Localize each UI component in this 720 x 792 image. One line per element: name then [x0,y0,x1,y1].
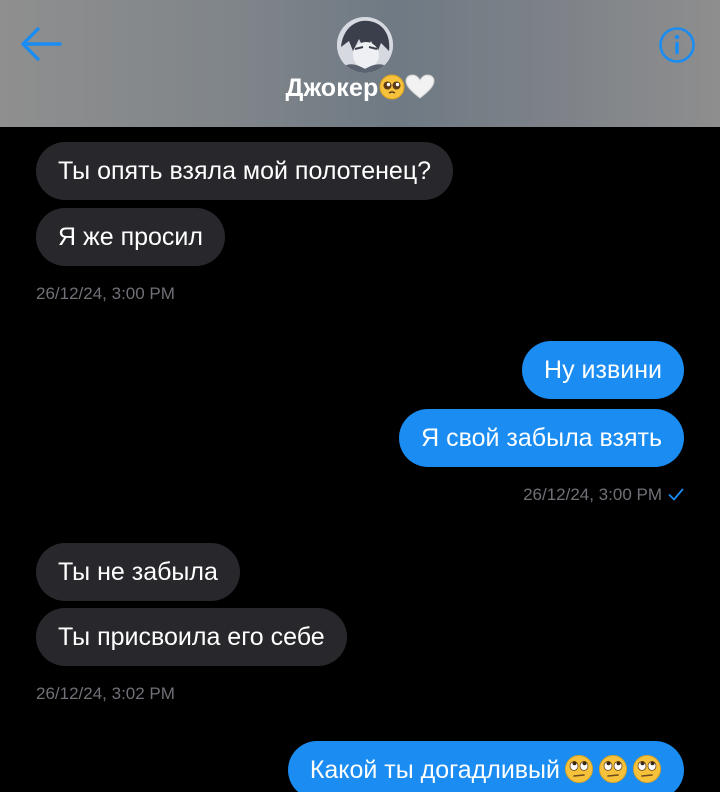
incoming-message[interactable]: Ты опять взяла мой полотенец? [36,142,454,200]
outgoing-message[interactable]: Какой ты догадливый [287,741,684,792]
outgoing-message[interactable]: Ну извини [522,341,684,399]
message-text: Какой ты догадливый [309,756,560,784]
chat-header: Джокер [0,0,720,127]
pleading-face-emoji [379,74,405,107]
back-button[interactable] [18,24,64,64]
eye-roll-emoji [632,747,662,792]
message-timestamp: 26/12/24, 3:00 PM [523,485,662,504]
arrow-left-icon [21,27,62,61]
incoming-message[interactable]: Ты не забыла [36,543,240,601]
message-timestamp-row: 26/12/24, 3:00 PM [523,485,684,506]
incoming-message[interactable]: Ты присвоила его себе [36,608,347,666]
chat-screen: Джокер Ты опять взяла мой полотенец? Я ж… [0,0,720,792]
info-button[interactable] [658,26,696,64]
incoming-message[interactable]: Я же просил [36,208,225,266]
message-timestamp: 26/12/24, 3:02 PM [36,684,175,703]
eye-roll-emoji [564,747,594,792]
avatar-image [337,17,393,73]
info-circle-icon [659,27,695,63]
contact-name: Джокер [285,74,379,102]
contact-name-row[interactable]: Джокер [0,74,720,107]
outgoing-message[interactable]: Я свой забыла взять [399,409,684,467]
sent-check-icon [668,486,684,506]
contact-avatar[interactable] [337,17,393,73]
white-heart-emoji [405,74,435,107]
message-timestamp: 26/12/24, 3:00 PM [36,284,175,303]
eye-roll-emoji [598,747,628,792]
